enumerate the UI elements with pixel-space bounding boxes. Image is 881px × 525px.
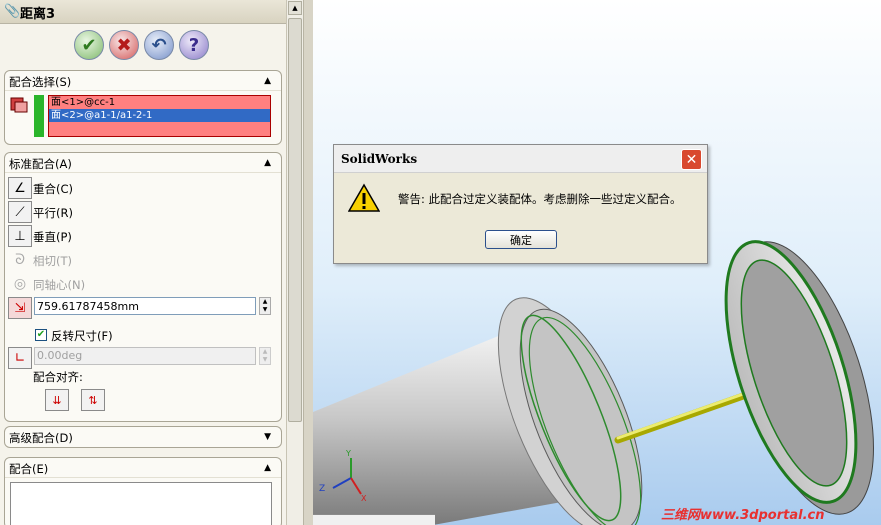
expand-arrow-icon[interactable]: ▼ xyxy=(264,432,271,442)
scroll-thumb[interactable] xyxy=(288,18,302,422)
parallel-button[interactable]: ⟋ xyxy=(8,201,32,223)
concentric-label: 同轴心(N) xyxy=(33,278,86,292)
dialog-ok-button[interactable]: 确定 xyxy=(485,230,557,249)
angle-icon: ∟ xyxy=(14,350,26,366)
help-button[interactable]: ? xyxy=(179,30,209,60)
aligned-icon: ⇊ xyxy=(52,393,62,407)
distance-field[interactable] xyxy=(34,297,256,315)
distance-button[interactable]: ⇲ xyxy=(8,297,32,319)
list-item[interactable]: 面<1>@cc-1 xyxy=(49,96,270,109)
dialog-message: 警告: 此配合过定义装配体。考虑删除一些过定义配合。 xyxy=(398,192,682,206)
warning-triangle-icon xyxy=(347,183,381,213)
dialog-close-button[interactable]: ✕ xyxy=(681,149,702,170)
coincident-label: 重合(C) xyxy=(33,182,74,196)
triad-x-label: X xyxy=(361,494,367,503)
coincident-button[interactable]: ∠ xyxy=(8,177,32,199)
help-icon: ? xyxy=(188,34,200,56)
undo-icon: ↶ xyxy=(151,34,167,56)
advanced-mates-group[interactable]: 高级配合(D) ▼ xyxy=(4,426,282,448)
perpendicular-button[interactable]: ⊥ xyxy=(8,225,32,247)
collapse-arrow-icon[interactable]: ▲ xyxy=(264,463,271,473)
mates-title: 配合(E) xyxy=(9,462,49,476)
mates-group: 配合(E) ▲ xyxy=(4,457,282,525)
angle-spinner[interactable]: ▲ ▼ xyxy=(259,347,271,365)
advanced-mates-title: 高级配合(D) xyxy=(9,431,73,445)
tangent-label: 相切(T) xyxy=(33,254,72,268)
scroll-up-arrow-icon[interactable]: ▲ xyxy=(288,1,302,15)
paperclip-icon: 📎 xyxy=(4,4,21,19)
mate-selections-header[interactable]: 配合选择(S) ▲ xyxy=(5,71,281,91)
cancel-button[interactable]: ✖ xyxy=(109,30,139,60)
tangent-icon: ᘐ xyxy=(15,252,25,268)
collapse-arrow-icon[interactable]: ▲ xyxy=(264,76,271,86)
watermark: 三维网www.3dportal.cn xyxy=(661,508,825,523)
warning-dialog: SolidWorks ✕ 警告: 此配合过定义装配体。考虑删除一些过定义配合。 … xyxy=(333,144,708,264)
parallel-label: 平行(R) xyxy=(33,206,73,220)
angle-button[interactable]: ∟ xyxy=(8,347,32,369)
distance-spinner[interactable]: ▲ ▼ xyxy=(259,297,271,315)
anti-aligned-button[interactable]: ⇅ xyxy=(81,389,105,411)
status-bar-fragment xyxy=(313,514,435,525)
aligned-button[interactable]: ⇊ xyxy=(45,389,69,411)
advanced-mates-header[interactable]: 高级配合(D) ▼ xyxy=(5,427,281,447)
standard-mates-group: 标准配合(A) ▲ ∠ 重合(C) ⟋ 平行(R) ⊥ 垂直(P) ᘐ 相切(T… xyxy=(4,152,282,422)
mate-selections-list[interactable]: 面<1>@cc-1 面<2>@a1-1/a1-2-1 xyxy=(48,95,271,137)
triad-z-label: Z xyxy=(319,484,326,494)
pm-title: 距离3 xyxy=(20,7,56,22)
distance-icon: ⇲ xyxy=(14,300,26,316)
undo-button[interactable]: ↶ xyxy=(144,30,174,60)
triad-y-label: Y xyxy=(346,449,351,458)
x-icon: ✖ xyxy=(116,34,132,56)
flip-dimension-checkbox[interactable]: ✔ xyxy=(35,329,47,341)
perpendicular-label: 垂直(P) xyxy=(33,230,72,244)
list-item[interactable]: 面<2>@a1-1/a1-2-1 xyxy=(49,109,270,122)
property-manager: 📎 距离3 ✔ ✖ ↶ ? 配合选择(S) ▲ 面<1>@cc-1 面<2>@a… xyxy=(0,0,286,525)
flip-dimension-label: 反转尺寸(F) xyxy=(51,329,113,343)
mates-list[interactable] xyxy=(10,482,272,525)
alignment-label: 配合对齐: xyxy=(33,370,83,384)
close-icon: ✕ xyxy=(685,151,698,168)
mate-entity-icon xyxy=(9,95,29,115)
mate-selections-title: 配合选择(S) xyxy=(9,75,72,89)
dialog-title-bar[interactable]: SolidWorks ✕ xyxy=(334,145,707,173)
angle-field[interactable]: 0.00deg xyxy=(34,347,256,365)
ok-button[interactable]: ✔ xyxy=(74,30,104,60)
concentric-icon: ◎ xyxy=(13,276,27,292)
coincident-icon: ∠ xyxy=(14,180,26,196)
mate-selections-group: 配合选择(S) ▲ 面<1>@cc-1 面<2>@a1-1/a1-2-1 xyxy=(4,70,282,145)
standard-mates-header[interactable]: 标准配合(A) ▲ xyxy=(5,153,281,173)
anti-aligned-icon: ⇅ xyxy=(88,393,98,407)
parallel-icon: ⟋ xyxy=(15,204,25,220)
mates-header[interactable]: 配合(E) ▲ xyxy=(5,458,281,478)
pm-scrollbar[interactable]: ▲ xyxy=(286,0,303,525)
selection-status-bar xyxy=(34,95,44,137)
standard-mates-title: 标准配合(A) xyxy=(9,157,72,171)
panel-splitter[interactable] xyxy=(303,0,313,525)
dialog-title: SolidWorks xyxy=(341,152,418,166)
collapse-arrow-icon[interactable]: ▲ xyxy=(264,158,271,168)
perpendicular-icon: ⊥ xyxy=(14,228,26,244)
check-icon: ✔ xyxy=(81,34,97,56)
pm-title-bar: 📎 距离3 xyxy=(0,0,286,24)
